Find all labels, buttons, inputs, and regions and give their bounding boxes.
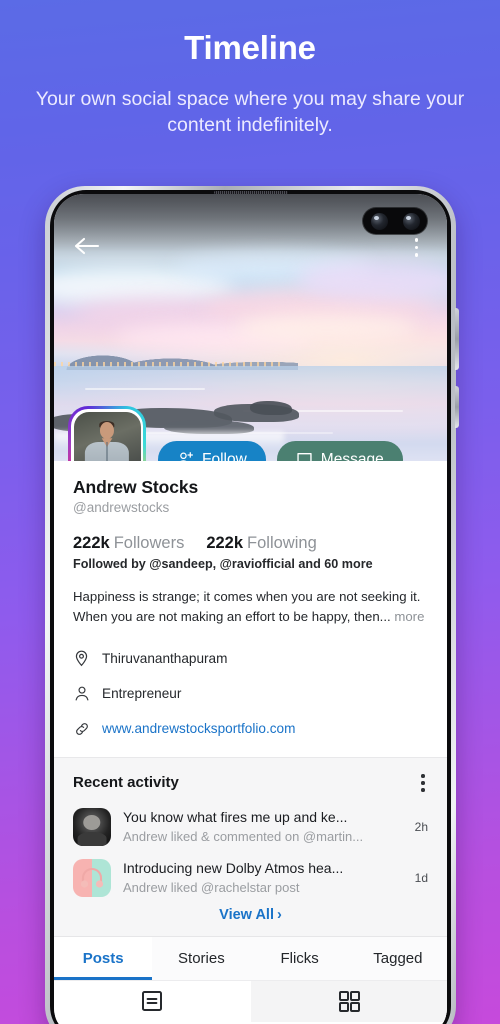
cover-photo: Follow Message [54, 194, 447, 461]
grid-view-icon [338, 991, 360, 1013]
message-button-label: Message [320, 450, 384, 462]
activity-text: Introducing new Dolby Atmos hea... Andre… [123, 859, 399, 897]
profile-website-link[interactable]: www.andrewstocksportfolio.com [102, 721, 295, 736]
avatar-action-row: Follow Message [54, 406, 447, 461]
message-button[interactable]: Message [276, 441, 403, 462]
tab-flicks-label: Flicks [280, 949, 319, 967]
following-count: 222k [206, 534, 244, 552]
cloud-decor [54, 266, 234, 306]
chat-bubble-icon [297, 453, 312, 461]
link-icon [73, 721, 90, 737]
water-streak [85, 388, 206, 390]
list-item[interactable]: Introducing new Dolby Atmos hea... Andre… [73, 858, 428, 897]
portrait-thumbnail [73, 807, 111, 846]
tab-posts-label: Posts [82, 949, 124, 967]
phone-volume-button[interactable] [455, 308, 459, 370]
profile-name: Andrew Stocks [73, 477, 199, 497]
profile-action-buttons: Follow Message [158, 441, 403, 461]
cloud-decor [297, 260, 447, 300]
tab-tagged-label: Tagged [373, 949, 423, 967]
promo-header: Timeline Your own social space where you… [0, 0, 500, 138]
activity-title: Introducing new Dolby Atmos hea... [123, 859, 344, 876]
activity-text: You know what fires me up and ke... Andr… [123, 808, 399, 846]
tab-posts[interactable]: Posts [54, 936, 153, 980]
list-view-icon [142, 991, 163, 1012]
tab-stories[interactable]: Stories [152, 937, 250, 980]
profile-location[interactable]: Thiruvananthapuram [73, 641, 428, 676]
profile-tabs: Posts Stories Flicks Tagged [54, 935, 447, 980]
kebab-dot [421, 774, 425, 778]
followers-label: Followers [113, 534, 185, 552]
list-item[interactable]: You know what fires me up and ke... Andr… [73, 807, 428, 846]
earpiece-speaker [213, 191, 288, 194]
profile-bio-text: Happiness is strange; it comes when you … [73, 589, 421, 624]
profile-details: Andrew Stocks @andrewstocks 222k Follower… [54, 461, 447, 746]
page-subtitle: Your own social space where you may shar… [35, 88, 465, 136]
profile-website[interactable]: www.andrewstocksportfolio.com [73, 711, 428, 746]
page-title: Timeline [184, 29, 316, 66]
tab-stories-label: Stories [178, 949, 225, 967]
avatar-story-ring[interactable] [68, 406, 146, 461]
phone-screen: Follow Message Andrew Stocks @andrewstoc… [54, 194, 447, 1024]
camera-lens-icon [370, 212, 388, 230]
recent-activity-overflow-menu-button[interactable] [418, 771, 428, 795]
headphones-icon [80, 867, 104, 888]
followers-count: 222k [73, 534, 110, 552]
kebab-dot [414, 238, 418, 242]
profile-bio: Happiness is strange; it comes when you … [73, 587, 428, 626]
profile-stats: 222k Followers 222k Following [73, 534, 428, 553]
recent-activity-header: Recent activity [73, 771, 428, 795]
kebab-dot [414, 253, 418, 257]
follow-button[interactable]: Follow [158, 441, 266, 461]
view-all-button[interactable]: View All › [73, 907, 428, 927]
activity-subtitle: Andrew liked & commented on @martin... [123, 828, 364, 844]
cloud-decor [237, 314, 417, 342]
arrow-left-icon [74, 237, 100, 255]
avatar-ring-inner [71, 409, 143, 461]
phone-mockup: Follow Message Andrew Stocks @andrewstoc… [45, 186, 459, 1024]
avatar-head [99, 422, 115, 439]
profile-occupation-text: Entrepreneur [102, 686, 182, 701]
headphones-thumbnail [73, 858, 111, 897]
profile-meta-list: Thiruvananthapuram Entrepreneur www.andr… [73, 641, 428, 746]
kebab-dot [421, 788, 425, 792]
view-mode-bar [54, 979, 447, 1022]
stat-following[interactable]: 222k Following [206, 534, 316, 553]
profile-location-text: Thiruvananthapuram [102, 651, 228, 666]
profile-occupation[interactable]: Entrepreneur [73, 676, 428, 711]
back-button[interactable] [74, 236, 100, 261]
tab-flicks[interactable]: Flicks [251, 937, 349, 980]
avatar-placket [106, 442, 108, 461]
phone-power-button[interactable] [455, 386, 459, 428]
location-pin-icon [73, 650, 90, 667]
person-add-icon [180, 452, 194, 461]
cloud-decor [204, 290, 434, 326]
view-mode-list[interactable] [54, 981, 251, 1022]
cloud-decor [74, 298, 244, 332]
following-label: Following [247, 534, 317, 552]
tab-tagged[interactable]: Tagged [349, 937, 447, 980]
person-outline-icon [73, 685, 90, 702]
recent-activity-title: Recent activity [73, 774, 179, 792]
followed-by-text[interactable]: Followed by @sandeep, @raviofficial and … [73, 557, 428, 571]
activity-timestamp: 2h [414, 819, 428, 834]
recent-activity-section: Recent activity You know what fires me u… [54, 757, 447, 936]
activity-title: You know what fires me up and ke... [123, 808, 348, 825]
cover-overflow-menu-button[interactable] [414, 238, 418, 257]
view-mode-grid[interactable] [250, 980, 447, 1022]
camera-lens-icon [402, 212, 420, 230]
activity-subtitle: Andrew liked @rachelstar post [123, 879, 300, 895]
follow-button-label: Follow [202, 450, 247, 462]
stat-followers[interactable]: 222k Followers [73, 534, 184, 553]
dual-camera-punch-hole [363, 208, 427, 234]
view-all-label: View All [219, 906, 274, 923]
bio-more-link[interactable]: more [394, 609, 424, 624]
cloud-decor [174, 254, 374, 284]
profile-handle: @andrewstocks [73, 500, 170, 515]
avatar[interactable] [73, 411, 141, 461]
chevron-right-icon: › [276, 906, 282, 923]
activity-timestamp: 1d [414, 870, 428, 885]
kebab-dot [414, 245, 418, 249]
kebab-dot [421, 781, 425, 785]
